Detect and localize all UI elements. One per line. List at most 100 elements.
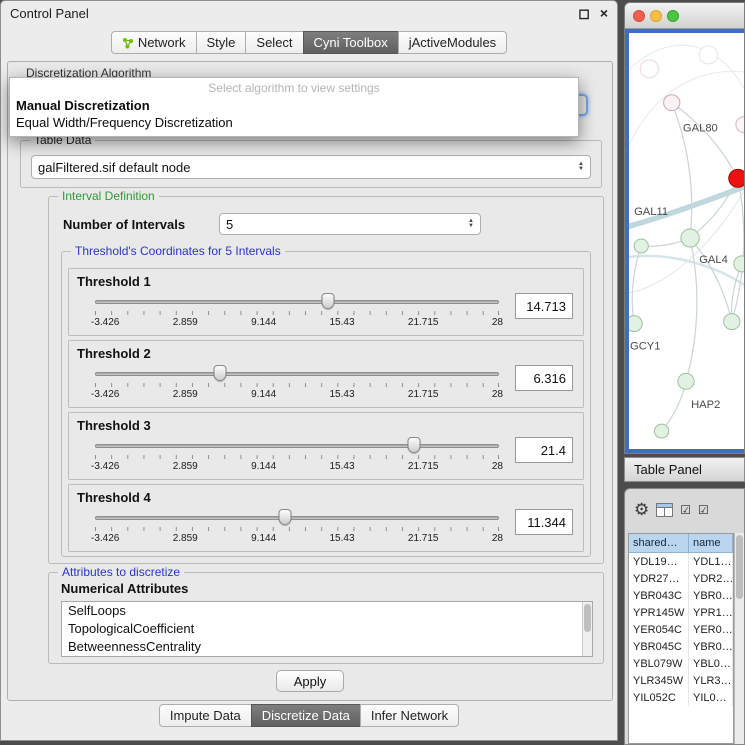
tab-network[interactable]: Network [111, 31, 197, 54]
select-none-checkbox-icon[interactable]: ☑ [698, 503, 709, 517]
network-node[interactable] [678, 373, 694, 389]
number-of-intervals-select[interactable]: 5 ▲▼ [219, 213, 481, 235]
network-edge [672, 103, 738, 179]
mac-zoom-icon[interactable] [667, 10, 679, 22]
threshold-value-field[interactable]: 14.713 [515, 293, 573, 319]
scale-label: 2.859 [173, 317, 198, 328]
table-data-select[interactable]: galFiltered.sif default node ▲▼ [31, 155, 591, 179]
table-cell: YPR1… [689, 604, 733, 621]
table-row[interactable]: YIL052CYIL0… [629, 689, 733, 706]
table-row[interactable]: YDL19…YDL1… [629, 553, 733, 570]
threshold-value-field[interactable]: 21.4 [515, 437, 573, 463]
slider-track[interactable] [95, 372, 499, 376]
bottom-tab-discretize-data[interactable]: Discretize Data [251, 704, 361, 727]
slider-track[interactable] [95, 300, 499, 304]
threshold-label: Threshold 4 [77, 490, 151, 505]
float-window-icon[interactable]: ◻ [578, 5, 590, 22]
list-item[interactable]: SelfLoops [62, 602, 592, 620]
list-item[interactable]: BetweennessCentrality [62, 638, 592, 656]
table-panel-bar: Table Panel [624, 457, 745, 482]
tab-label: Style [207, 35, 236, 50]
tab-label: Infer Network [371, 708, 448, 723]
scale-label: 9.144 [251, 461, 276, 472]
tab-select[interactable]: Select [245, 31, 303, 54]
scale-label: -3.426 [91, 533, 119, 544]
apply-button[interactable]: Apply [276, 670, 344, 692]
scale-label: -3.426 [91, 389, 119, 400]
table-row[interactable]: YER054CYER0… [629, 621, 733, 638]
list-scrollbar[interactable] [582, 602, 592, 656]
threshold-4-panel: Threshold 4 -3.4262.8599.14415.4321.7152… [68, 484, 584, 552]
table-scrollbar[interactable] [734, 533, 744, 744]
scrollbar-thumb[interactable] [584, 604, 591, 632]
network-edge [690, 178, 738, 238]
network-node[interactable] [681, 229, 699, 247]
network-node[interactable] [734, 256, 744, 272]
table-row[interactable]: YLR345WYLR3… [629, 672, 733, 689]
table-row[interactable]: YBR045CYBR0… [629, 638, 733, 655]
threshold-4-slider[interactable]: -3.4262.8599.14415.4321.71528 [95, 509, 499, 549]
network-node[interactable] [729, 169, 744, 187]
table-cell: YBL079W [629, 655, 689, 672]
bottom-tab-impute-data[interactable]: Impute Data [159, 704, 252, 727]
bottom-tab-infer-network[interactable]: Infer Network [360, 704, 459, 727]
numerical-attributes-list[interactable]: SelfLoopsTopologicalCoefficientBetweenne… [61, 601, 593, 657]
interval-definition-legend: Interval Definition [58, 189, 159, 203]
gear-icon[interactable]: ⚙ [634, 500, 649, 520]
network-node[interactable] [724, 314, 740, 330]
slider-thumb[interactable] [278, 509, 291, 525]
scale-label: 15.43 [330, 317, 355, 328]
threshold-3-slider[interactable]: -3.4262.8599.14415.4321.71528 [95, 437, 499, 477]
popup-option-manual-discretization[interactable]: Manual Discretization [10, 97, 578, 114]
network-node[interactable] [664, 95, 680, 111]
threshold-1-slider[interactable]: -3.4262.8599.14415.4321.71528 [95, 293, 499, 333]
node-label: GAL11 [634, 206, 668, 218]
attributes-group: Attributes to discretize Numerical Attri… [48, 572, 604, 664]
columns-icon[interactable] [656, 503, 673, 517]
node-label: GAL80 [683, 123, 718, 135]
table-cell: YPR145W [629, 604, 689, 621]
cp-content-panel: Discretization Algorithm Table Data galF… [7, 61, 613, 701]
threshold-value-field[interactable]: 11.344 [515, 509, 573, 535]
column-header[interactable]: shared… [629, 534, 689, 553]
control-panel-titlebar: Control Panel ◻ × [1, 1, 617, 25]
table-row[interactable]: YPR145WYPR1… [629, 604, 733, 621]
mac-minimize-icon[interactable] [650, 10, 662, 22]
list-item[interactable]: TopologicalCoefficient [62, 620, 592, 638]
network-node[interactable] [629, 316, 642, 332]
slider-thumb[interactable] [322, 293, 335, 309]
numerical-attributes-label: Numerical Attributes [61, 581, 188, 596]
table-row[interactable]: YDR27…YDR2… [629, 570, 733, 587]
tab-style[interactable]: Style [196, 31, 247, 54]
select-all-checkbox-icon[interactable]: ☑ [680, 503, 691, 517]
network-view-frame: GAL80GAL11GAL4GCY1HAP2 [625, 29, 744, 453]
tab-cyni-toolbox[interactable]: Cyni Toolbox [303, 31, 399, 54]
tab-label: Network [138, 35, 186, 50]
scrollbar-thumb[interactable] [736, 535, 743, 599]
threshold-2-slider[interactable]: -3.4262.8599.14415.4321.71528 [95, 365, 499, 405]
table-row[interactable]: YBL079WYBL0… [629, 655, 733, 672]
slider-track[interactable] [95, 444, 499, 448]
network-node[interactable] [634, 239, 648, 253]
stepper-icon: ▲▼ [468, 219, 474, 229]
threshold-value-field[interactable]: 6.316 [515, 365, 573, 391]
table-cell: YDL19… [629, 553, 689, 570]
column-header[interactable]: name [689, 534, 733, 553]
slider-scale: -3.4262.8599.14415.4321.71528 [91, 461, 503, 472]
mac-close-icon[interactable] [633, 10, 645, 22]
tab-jactivemodules[interactable]: jActiveModules [398, 31, 507, 54]
algorithm-dropdown-popup: Select algorithm to view settings Manual… [9, 77, 579, 137]
slider-thumb[interactable] [214, 365, 227, 381]
close-icon[interactable]: × [600, 5, 608, 21]
scale-label: 9.144 [251, 533, 276, 544]
slider-scale: -3.4262.8599.14415.4321.71528 [91, 389, 503, 400]
network-canvas[interactable]: GAL80GAL11GAL4GCY1HAP2 [629, 33, 744, 449]
node-label: HAP2 [691, 399, 720, 411]
slider-thumb[interactable] [408, 437, 421, 453]
table-row[interactable]: YBR043CYBR0… [629, 587, 733, 604]
slider-track[interactable] [95, 516, 499, 520]
popup-option-equal-width-frequency[interactable]: Equal Width/Frequency Discretization [10, 114, 578, 131]
scale-label: 21.715 [408, 389, 439, 400]
network-node[interactable] [654, 424, 668, 438]
control-panel-window: Control Panel ◻ × Network Style SelectCyni… [0, 0, 618, 741]
